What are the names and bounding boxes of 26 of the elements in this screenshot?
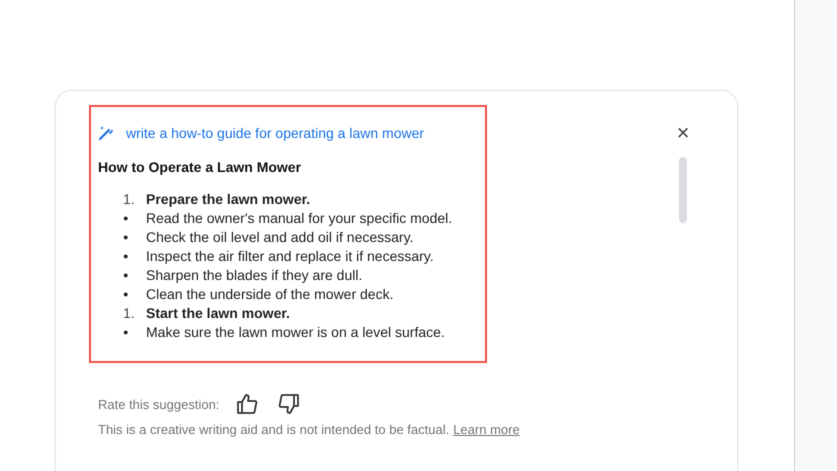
step-heading: Prepare the lawn mower. (146, 190, 310, 209)
list-number: 1. (123, 190, 136, 209)
prompt-text: write a how-to guide for operating a lawn mower (126, 125, 424, 141)
thumbs-down-icon[interactable] (278, 393, 300, 415)
scrollbar-thumb[interactable] (679, 157, 687, 223)
close-button[interactable]: × (673, 123, 693, 143)
list-number: 1. (123, 304, 136, 323)
step-heading: Start the lawn mower. (146, 304, 290, 323)
learn-more-link[interactable]: Learn more (453, 422, 520, 437)
guide-title: How to Operate a Lawn Mower (98, 159, 302, 175)
step-text: Sharpen the blades if they are dull. (146, 266, 362, 285)
bullet-marker: ● (123, 250, 130, 263)
step-text: Check the oil level and add oil if necessary. (146, 228, 414, 247)
step-text: Clean the underside of the mower deck. (146, 285, 394, 304)
step-text: Make sure the lawn mower is on a level surface. (146, 323, 445, 342)
disclaimer-text: This is a creative writing aid and is not intended to be factual. (98, 422, 450, 437)
bullet-marker: ● (123, 326, 130, 339)
bullet-marker: ● (123, 288, 130, 301)
magic-wand-icon (98, 125, 114, 141)
rating-label: Rate this suggestion: (98, 396, 220, 412)
bullet-marker: ● (123, 212, 130, 225)
bullet-marker: ● (123, 231, 130, 244)
bullet-marker: ● (123, 269, 130, 282)
step-text: Read the owner's manual for your specific model. (146, 209, 452, 228)
thumbs-up-icon[interactable] (236, 393, 258, 415)
step-text: Inspect the air filter and replace it if necessary. (146, 247, 434, 266)
